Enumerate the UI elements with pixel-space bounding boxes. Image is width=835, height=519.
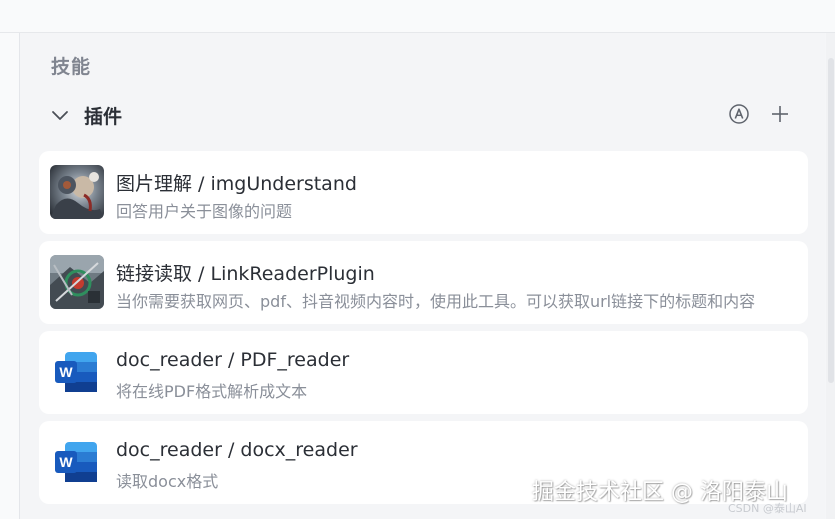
word-document-icon: W [53,350,99,394]
circled-a-icon[interactable] [729,104,749,124]
link-reader-thumbnail [50,255,104,309]
plugin-title: 图片理解 / imgUnderstand [116,173,357,195]
plugin-card-pdf-reader[interactable]: W doc_reader / PDF_reader 将在线PDF格式解析成文本 [39,331,808,414]
plugin-card-img-understand[interactable]: 图片理解 / imgUnderstand 回答用户关于图像的问题 [39,151,808,234]
plugin-description: 将在线PDF格式解析成文本 [116,382,308,401]
svg-text:W: W [59,454,73,470]
plugins-group-title: 插件 [84,105,123,128]
section-title: 技能 [51,56,92,78]
plugin-description: 当你需要获取网页、pdf、抖音视频内容时，使用此工具。可以获取url链接下的标题… [116,292,756,311]
plugin-title: doc_reader / docx_reader [116,439,358,461]
svg-text:W: W [59,364,73,380]
plugin-description: 回答用户关于图像的问题 [116,202,293,221]
robot-image-thumbnail [50,165,104,219]
left-divider [0,33,20,519]
top-bar [0,0,835,33]
plugin-title: 链接读取 / LinkReaderPlugin [116,263,375,285]
plugin-card-link-reader[interactable]: 链接读取 / LinkReaderPlugin 当你需要获取网页、pdf、抖音视… [39,241,808,324]
plugin-title: doc_reader / PDF_reader [116,349,350,371]
scrollbar-thumb[interactable] [828,58,834,383]
chevron-down-icon[interactable] [50,105,70,125]
add-plugin-plus-icon[interactable] [770,104,790,124]
plugins-group-header[interactable]: 插件 [50,100,800,130]
word-document-icon: W [53,440,99,484]
watermark-sub: CSDN @泰山AI [728,502,807,515]
